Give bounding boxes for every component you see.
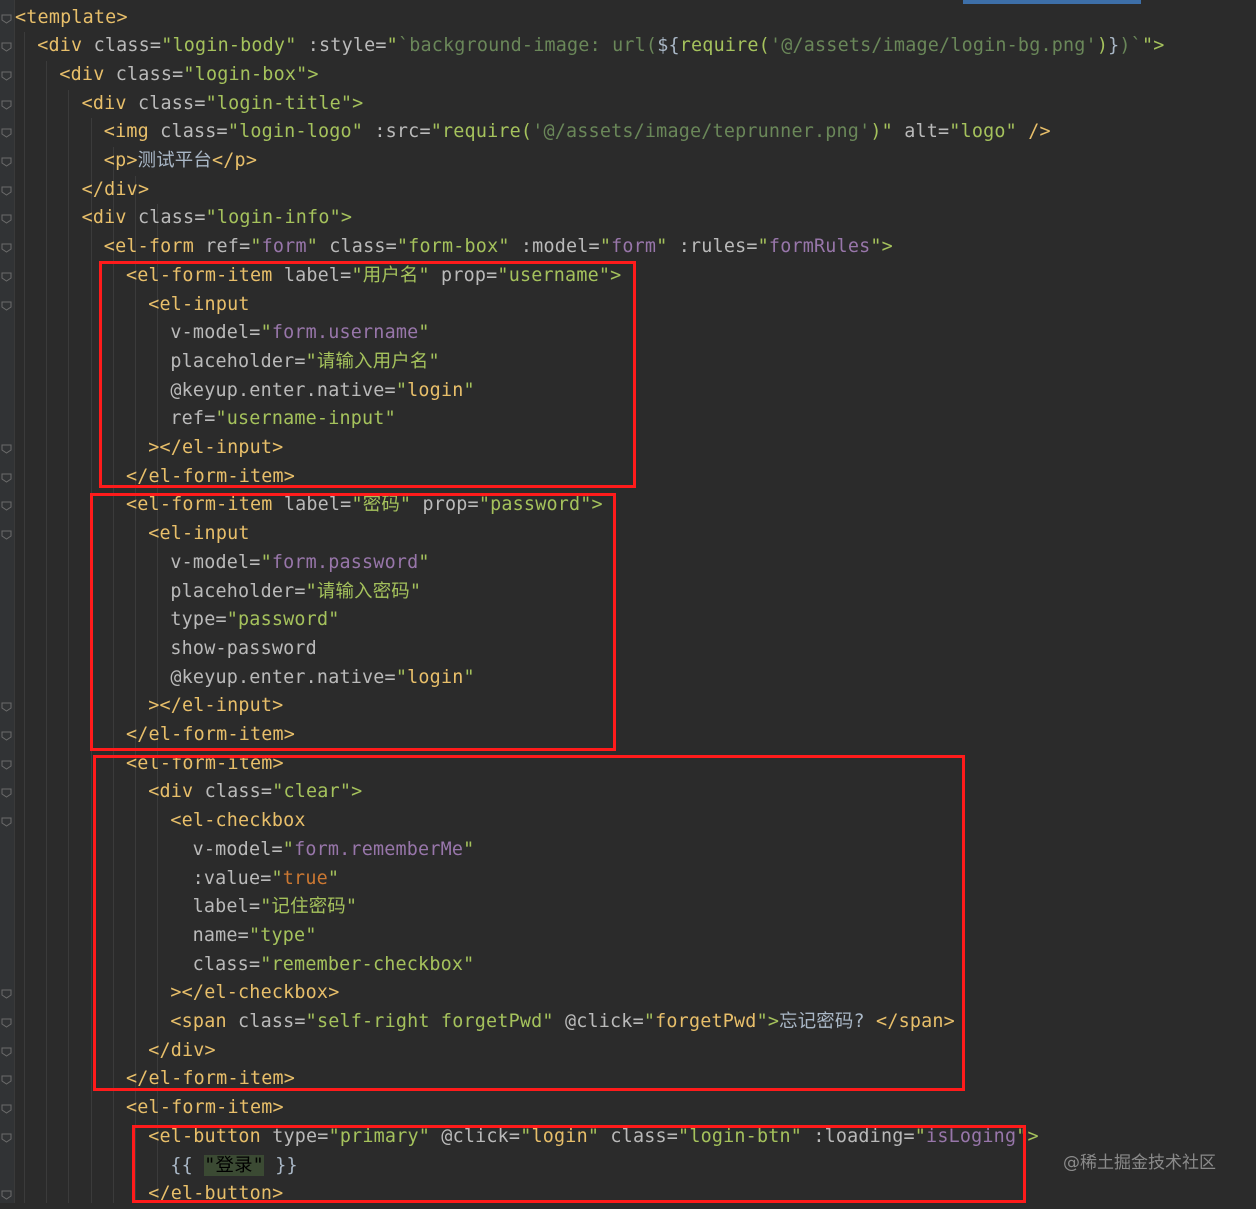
fold-marker-icon[interactable] <box>1 1018 12 1028</box>
fold-marker-icon[interactable] <box>1 100 12 110</box>
code-token: <div <box>37 35 94 57</box>
watermark: @稀土掘金技术社区 <box>1063 1153 1216 1173</box>
code-token: )` <box>1119 35 1142 57</box>
code-token: '@/assets/image/login-bg.png' <box>769 35 1097 57</box>
code-token: "login-info"> <box>205 207 353 229</box>
code-token: class= <box>115 63 184 85</box>
code-token: "require( <box>430 121 533 143</box>
remember-me-form-item-highlight <box>93 755 965 1091</box>
indent-guide <box>46 60 48 1203</box>
fold-marker-icon[interactable] <box>1 530 12 540</box>
code-token: '@/assets/image/teprunner.png' <box>532 121 871 143</box>
fold-marker-icon[interactable] <box>1 71 12 81</box>
code-line[interactable]: <div class="login-title"> <box>82 90 364 119</box>
code-line[interactable]: <template> <box>15 4 128 33</box>
code-token: <template> <box>15 6 128 28</box>
fold-marker-icon[interactable] <box>1 157 12 167</box>
fold-marker-icon[interactable] <box>1 14 12 24</box>
fold-marker-icon[interactable] <box>1 731 12 741</box>
scroll-position-indicator <box>963 0 1141 4</box>
fold-marker-icon[interactable] <box>1 501 12 511</box>
code-line[interactable]: <div class="login-info"> <box>82 204 353 233</box>
code-token: class= <box>93 35 162 57</box>
code-token: " <box>757 236 769 258</box>
fold-marker-icon[interactable] <box>1 1104 12 1114</box>
code-token: form <box>261 236 307 258</box>
code-line[interactable]: <img class="login-logo" :src="require('@… <box>104 118 1051 147</box>
code-token: "form-box" <box>396 236 521 258</box>
fold-marker-icon[interactable] <box>1 702 12 712</box>
code-token: <div <box>81 92 138 114</box>
code-token: <div <box>81 207 138 229</box>
code-token: } <box>1108 35 1120 57</box>
code-token: <img <box>103 121 161 143</box>
fold-marker-icon[interactable] <box>1 214 12 224</box>
password-form-item-highlight <box>90 493 616 751</box>
code-token: " <box>250 236 262 258</box>
code-token: formRules <box>768 236 871 258</box>
code-token: class= <box>137 207 206 229</box>
fold-marker-icon[interactable] <box>1 42 12 52</box>
code-token: require( <box>679 35 770 57</box>
code-token: "login-logo" <box>227 121 375 143</box>
code-token: ref= <box>205 236 251 258</box>
indent-guide <box>24 32 25 1203</box>
fold-marker-icon[interactable] <box>1 788 12 798</box>
code-token: :rules= <box>678 236 758 258</box>
code-token: class= <box>137 92 206 114</box>
code-token: :src= <box>374 121 431 143</box>
code-token: " <box>656 236 679 258</box>
code-token: /> <box>1028 121 1051 143</box>
code-token: "> <box>1141 35 1165 57</box>
code-token: alt= <box>904 121 950 143</box>
fold-marker-icon[interactable] <box>1 272 12 282</box>
code-token: <el-form-item> <box>126 1097 284 1119</box>
code-line[interactable]: <el-form ref="form" class="form-box" :mo… <box>104 233 893 262</box>
fold-marker-icon[interactable] <box>1 1133 12 1143</box>
code-token: ) <box>1096 35 1109 57</box>
code-line[interactable]: </div> <box>82 176 150 205</box>
fold-marker-icon[interactable] <box>1 444 12 454</box>
code-token: ${ <box>657 35 680 57</box>
indent-guide <box>68 89 70 1203</box>
code-token: `background-image: url( <box>397 35 658 57</box>
code-line[interactable]: <div class="login-box"> <box>59 61 318 90</box>
code-token: <div <box>59 63 116 85</box>
login-button-highlight <box>132 1125 1026 1203</box>
code-token: class= <box>329 236 397 258</box>
fold-marker-icon[interactable] <box>1 817 12 827</box>
code-token: :model= <box>520 236 600 258</box>
code-token: " <box>306 236 330 258</box>
code-token: )" <box>870 121 905 143</box>
code-token: :style= <box>307 35 387 57</box>
code-line[interactable]: <el-form-item> <box>126 1094 284 1123</box>
code-token: <el-form <box>103 236 206 258</box>
fold-marker-icon[interactable] <box>1 1075 12 1085</box>
fold-marker-icon[interactable] <box>1 1047 12 1057</box>
code-token: </p> <box>212 150 258 171</box>
code-token: " <box>599 236 612 258</box>
code-token: 测试平台 <box>137 150 212 171</box>
code-token: " <box>386 35 398 57</box>
fold-marker-icon[interactable] <box>1 760 12 770</box>
code-token: "login-title"> <box>205 92 364 114</box>
code-line[interactable]: <div class="login-body" :style="`backgro… <box>37 32 1164 61</box>
fold-marker-icon[interactable] <box>1 301 12 311</box>
username-form-item-highlight <box>99 261 636 488</box>
fold-marker-icon[interactable] <box>1 989 12 999</box>
code-token: "logo" <box>949 121 1029 143</box>
fold-marker-icon[interactable] <box>1 128 12 138</box>
fold-marker-icon[interactable] <box>1 243 12 253</box>
fold-marker-icon[interactable] <box>1 473 12 483</box>
code-token: "login-body" <box>161 35 308 57</box>
fold-marker-icon[interactable] <box>1 1190 12 1200</box>
code-line[interactable]: <p>测试平台</p> <box>104 147 257 176</box>
fold-marker-icon[interactable] <box>1 186 12 196</box>
code-token: "login-box"> <box>183 63 319 85</box>
code-token: form <box>611 236 657 258</box>
code-token: <p> <box>103 150 138 171</box>
code-token: </div> <box>81 178 150 200</box>
code-token: "> <box>870 236 893 258</box>
code-token: class= <box>160 121 228 143</box>
